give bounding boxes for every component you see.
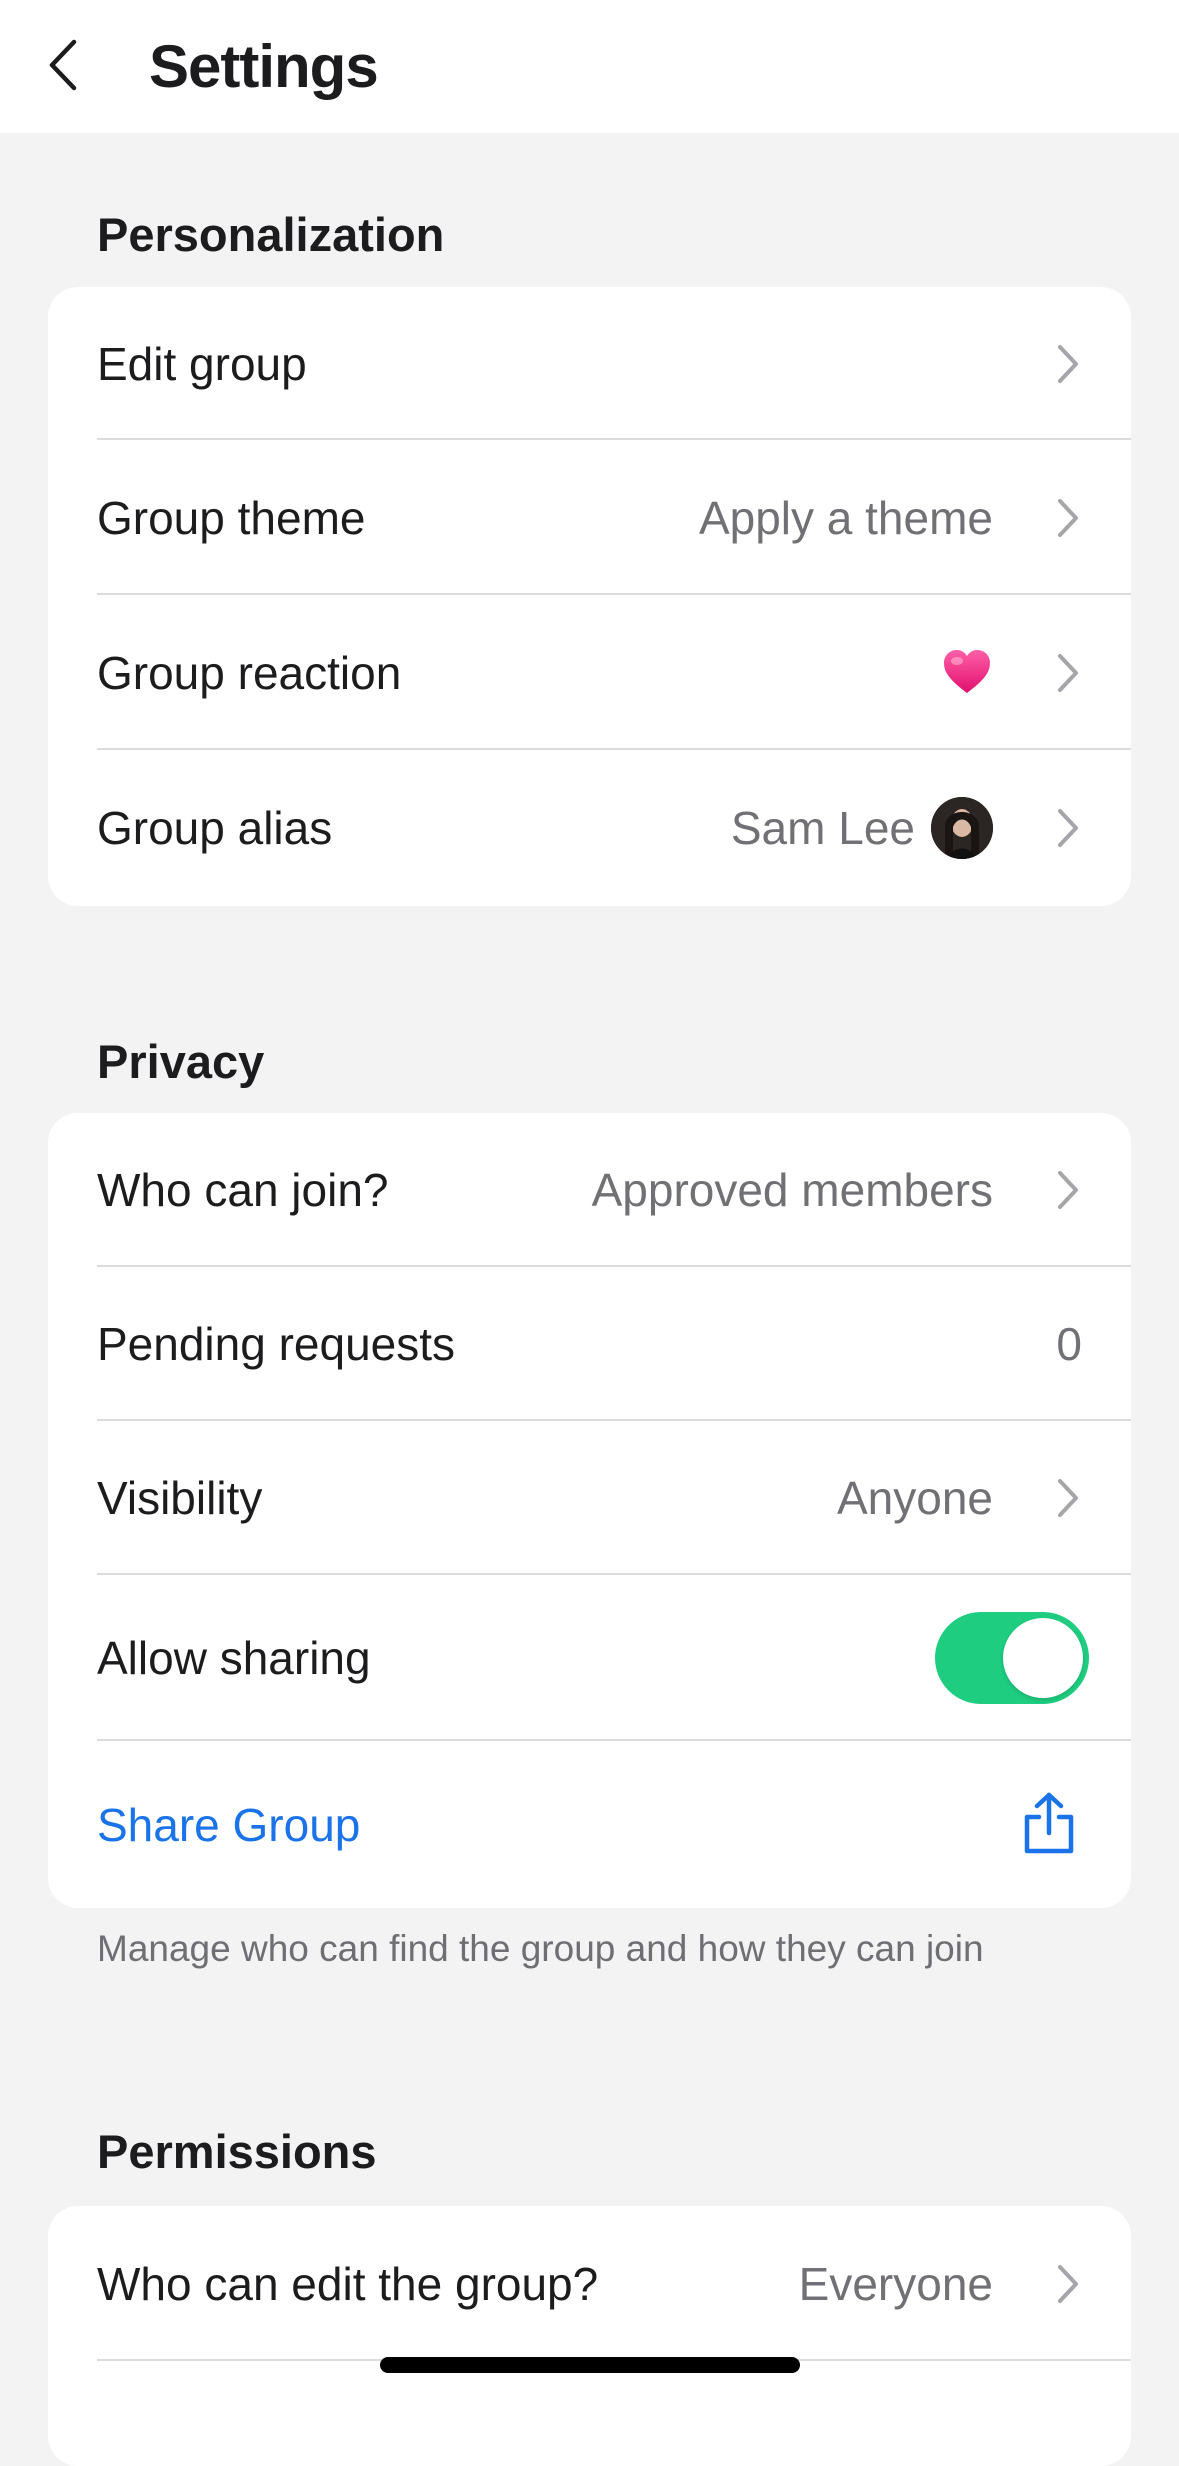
row-group-alias[interactable]: Group alias Sam Lee [48,750,1131,906]
heart-emoji-icon [944,649,990,693]
chevron-right-icon [1058,2264,1078,2303]
privacy-card: Who can join? Approved members Pending r… [48,1113,1131,1908]
row-label: Pending requests [97,1318,456,1370]
row-value: Apply a theme [698,491,993,544]
top-nav-bar: Settings [0,0,1179,133]
chevron-right-icon [1058,344,1078,383]
chevron-right-icon [1058,809,1078,847]
permissions-card: Who can edit the group? Everyone [48,2206,1131,2466]
row-label: Group theme [97,491,366,544]
avatar [931,797,993,859]
row-label: Who can edit the group? [97,2257,599,2310]
chevron-right-icon [1058,498,1078,537]
row-label: Edit group [97,337,307,390]
row-value: Approved members [591,1164,993,1216]
row-share-group[interactable]: Share Group [48,1741,1131,1908]
personalization-card: Edit group Group theme Apply a theme Gro… [48,287,1131,906]
share-group-link[interactable]: Share Group [97,1741,360,1908]
row-label: Group alias [97,802,333,854]
row-who-can-edit[interactable]: Who can edit the group? Everyone [48,2206,1131,2361]
row-allow-sharing: Allow sharing [48,1575,1131,1741]
chevron-left-icon [49,39,77,91]
toggle-knob [1003,1618,1083,1698]
row-group-theme[interactable]: Group theme Apply a theme [48,440,1131,595]
back-button[interactable] [34,30,90,100]
row-label: Allow sharing [97,1632,371,1684]
row-label: Group reaction [97,646,402,699]
row-edit-group[interactable]: Edit group [48,287,1131,440]
share-icon[interactable] [1019,1791,1079,1857]
chevron-right-icon [1058,1479,1078,1517]
row-label: Who can join? [97,1164,389,1216]
allow-sharing-toggle[interactable] [935,1612,1089,1704]
section-title-privacy: Privacy [97,1035,265,1088]
row-who-can-join[interactable]: Who can join? Approved members [48,1113,1131,1267]
pending-count: 0 [1056,1318,1082,1370]
chevron-right-icon [1058,653,1078,692]
home-indicator[interactable] [380,2357,800,2373]
page-title: Settings [149,33,379,100]
row-visibility[interactable]: Visibility Anyone [48,1421,1131,1575]
row-group-reaction[interactable]: Group reaction [48,595,1131,750]
row-label: Visibility [97,1472,263,1524]
row-value: Anyone [836,1472,993,1524]
row-value: Everyone [798,2257,993,2310]
section-title-permissions: Permissions [97,2125,377,2178]
privacy-footnote: Manage who can find the group and how th… [97,1928,984,1969]
alias-name: Sam Lee [730,802,915,854]
chevron-right-icon [1058,1171,1078,1209]
section-title-personalization: Personalization [97,208,445,261]
row-pending-requests[interactable]: Pending requests 0 [48,1267,1131,1421]
